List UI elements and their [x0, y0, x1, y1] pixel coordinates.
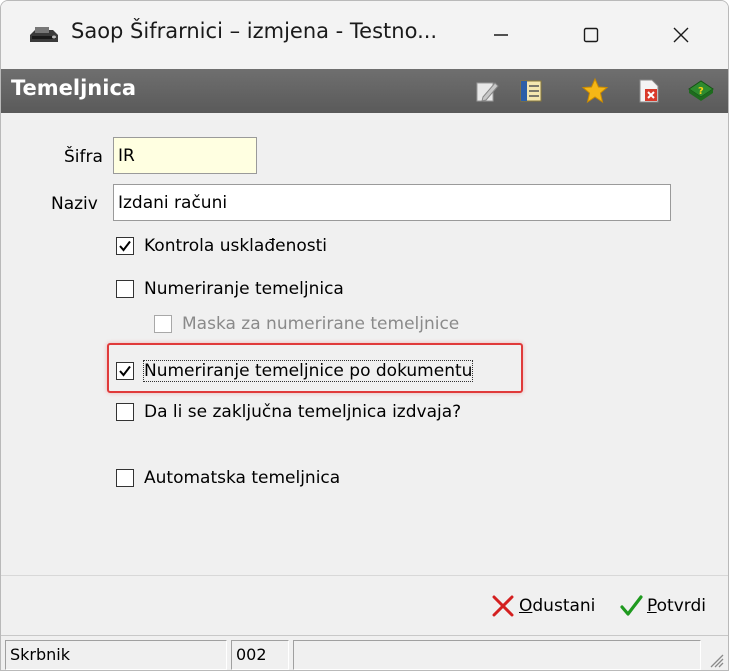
checkbox-label: Da li se zaključna temeljnica izdvaja?: [144, 402, 462, 422]
highlight-annotation: [107, 343, 523, 393]
help-button[interactable]: ?: [687, 77, 715, 105]
cancel-label: Odustani: [519, 596, 595, 616]
name-label: Naziv: [51, 194, 98, 214]
checkbox-numeriranje[interactable]: [116, 280, 134, 298]
checkbox-zakljucna[interactable]: [116, 403, 134, 421]
close-icon: [673, 27, 689, 43]
status-bar: Skrbnik 002: [1, 635, 728, 670]
confirm-button[interactable]: Potvrdi: [619, 594, 706, 618]
page-title: Temeljnica: [11, 76, 137, 100]
code-label: Šifra: [64, 147, 103, 167]
status-extra: [293, 640, 701, 670]
name-input[interactable]: [113, 184, 671, 221]
minimize-icon: [494, 34, 508, 36]
checkbox-row-automatska[interactable]: Automatska temeljnica: [116, 468, 340, 488]
header-band: Temeljnica ?: [1, 69, 728, 113]
checkbox-maska: [154, 315, 172, 333]
close-button[interactable]: [651, 7, 711, 63]
edit-button[interactable]: [473, 77, 501, 105]
status-user: Skrbnik: [5, 640, 227, 670]
svg-text:?: ?: [698, 86, 704, 97]
confirm-label: Potvrdi: [647, 596, 706, 616]
checkbox-label: Maska za numerirane temeljnice: [182, 314, 460, 334]
dialog-window: Saop Šifrarnici – izmjena - Testno... Te…: [0, 0, 729, 671]
help-book-icon: ?: [688, 80, 714, 101]
list-button[interactable]: [517, 77, 545, 105]
checkmark-icon: [119, 240, 131, 252]
favorite-star-icon: [581, 77, 609, 104]
confirm-check-icon: [620, 595, 643, 616]
checkbox-row-numeriranje[interactable]: Numeriranje temeljnica: [116, 279, 344, 299]
window-title: Saop Šifrarnici – izmjena - Testno...: [71, 19, 438, 43]
minimize-button[interactable]: [471, 7, 531, 63]
checkbox-label: Numeriranje temeljnica: [144, 279, 344, 299]
cancel-button[interactable]: Odustani: [491, 594, 595, 618]
code-input[interactable]: [113, 137, 257, 174]
delete-button[interactable]: [635, 77, 663, 105]
action-bar: Odustani Potvrdi: [1, 575, 728, 635]
checkbox-row-maska: Maska za numerirane temeljnice: [154, 314, 459, 334]
resize-grip-icon[interactable]: [706, 650, 724, 668]
confirm-rest: otvrdi: [656, 596, 706, 616]
cancel-x-icon: [492, 595, 514, 617]
checkbox-row-zakljucna[interactable]: Da li se zaključna temeljnica izdvaja?: [116, 402, 461, 422]
checkbox-label: Kontrola usklađenosti: [144, 236, 327, 256]
status-code: 002: [231, 640, 289, 670]
favorite-button[interactable]: [581, 77, 609, 105]
maximize-icon: [583, 27, 599, 43]
cancel-rest: dustani: [532, 596, 596, 616]
maximize-button[interactable]: [561, 7, 621, 63]
checkbox-label: Automatska temeljnica: [144, 468, 341, 488]
edit-icon: [476, 82, 499, 102]
list-icon: [520, 80, 542, 102]
checkbox-kontrola[interactable]: [116, 237, 134, 255]
confirm-accel: P: [647, 596, 657, 616]
delete-document-icon: [639, 79, 659, 103]
cancel-accel: O: [519, 596, 533, 616]
checkbox-row-kontrola[interactable]: Kontrola usklađenosti: [116, 236, 327, 256]
app-printer-icon: [30, 27, 58, 42]
title-bar[interactable]: Saop Šifrarnici – izmjena - Testno...: [1, 1, 728, 69]
checkbox-automatska[interactable]: [116, 469, 134, 487]
